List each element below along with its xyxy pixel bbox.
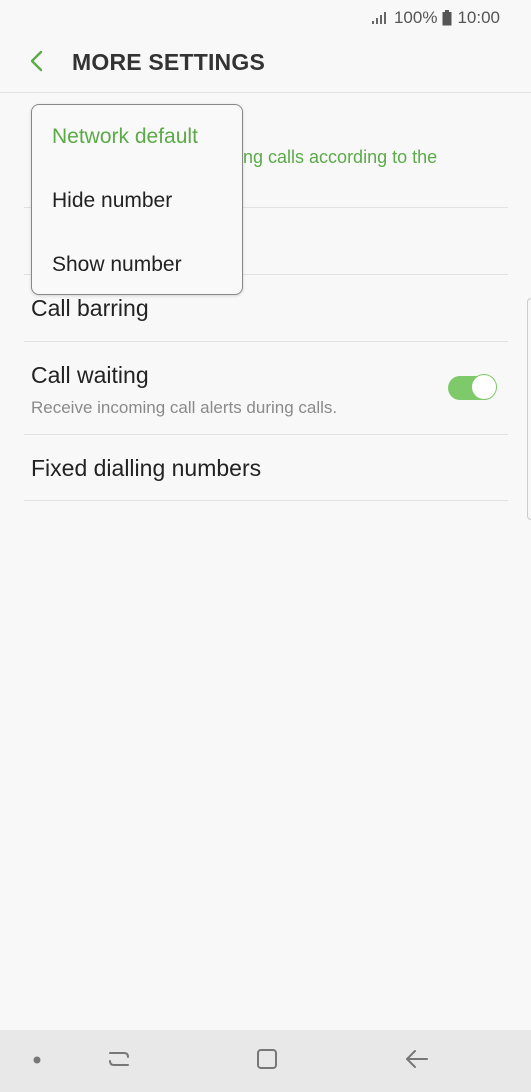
clock: 10:00 [457,8,500,27]
call-waiting-toggle[interactable] [448,374,497,402]
settings-item-call-waiting[interactable]: Call waiting Receive incoming call alert… [24,342,508,435]
toggle-thumb [471,374,497,400]
back-nav-button[interactable] [402,1046,432,1076]
back-button[interactable] [20,46,54,80]
option-hide-number[interactable]: Hide number [52,189,172,213]
home-icon [255,1047,279,1076]
setting-title: Fixed dialling numbers [31,455,262,481]
page-title: MORE SETTINGS [72,49,266,75]
status-bar: 100% 10:00 [0,0,531,36]
scroll-indicator [527,298,531,520]
recent-apps-button[interactable] [104,1046,134,1076]
chevron-left-icon [29,50,45,77]
status-right: 100% 10:00 [371,7,500,29]
app-bar: MORE SETTINGS [0,36,531,92]
battery-icon [442,10,452,26]
home-button[interactable] [252,1046,282,1076]
setting-caller-id-summary: oing calls according to the [229,147,438,167]
dropdown-menu: Network default Hide number Show number [31,104,243,295]
dot-icon [32,1052,42,1070]
option-show-number[interactable]: Show number [52,253,182,277]
setting-title: Call waiting [31,362,149,388]
setting-title: Call barring [31,295,149,321]
battery-percent: 100% [393,8,438,27]
signal-icon [371,11,389,25]
setting-subtitle: Receive incoming call alerts during call… [31,398,338,417]
nav-dot-button[interactable] [22,1046,52,1076]
settings-item-fixed-dialling[interactable]: Fixed dialling numbers [24,435,508,501]
back-icon [405,1048,429,1075]
recent-apps-icon [107,1048,131,1075]
option-network-default[interactable]: Network default [52,125,198,149]
nav-bar [0,1030,531,1092]
